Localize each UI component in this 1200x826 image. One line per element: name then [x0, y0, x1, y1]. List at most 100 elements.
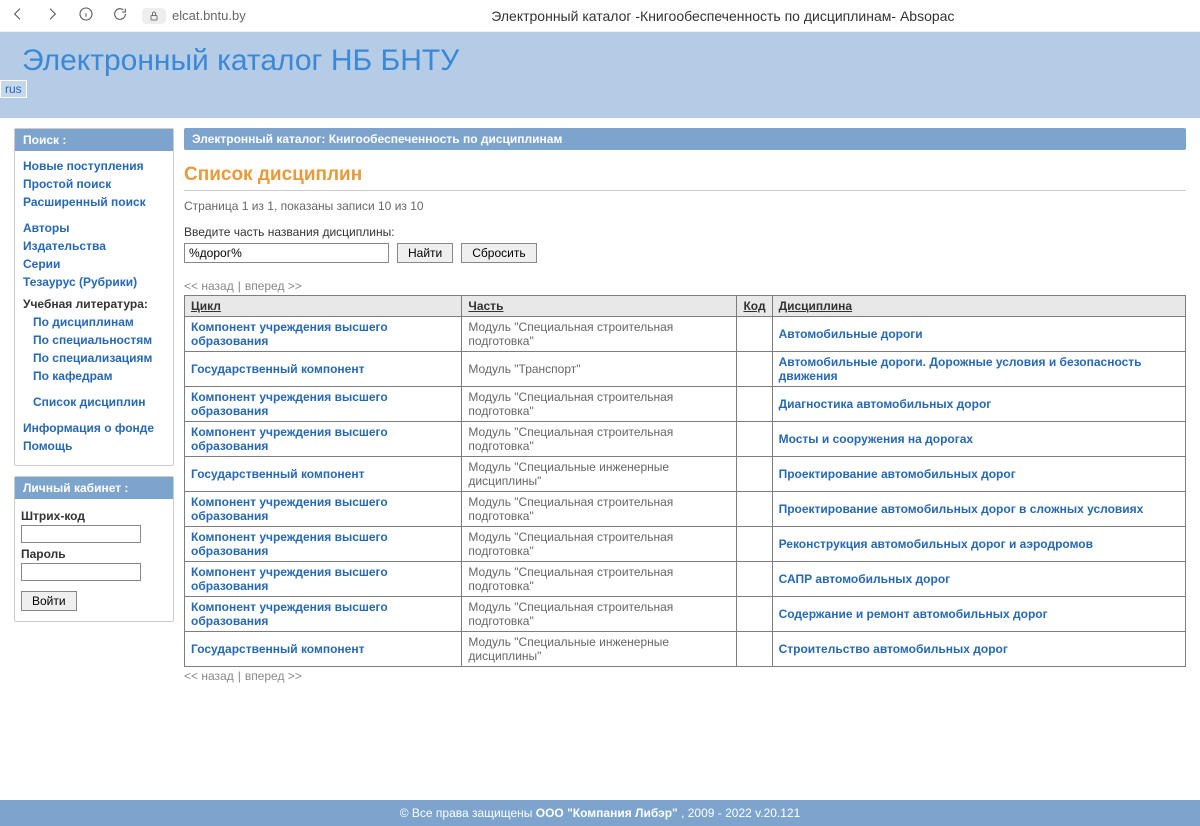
nav-by-spec[interactable]: По специальностям: [31, 331, 167, 349]
browser-toolbar: elcat.bntu.by Электронный каталог -Книго…: [0, 0, 1200, 32]
nav-by-dept[interactable]: По кафедрам: [31, 367, 167, 385]
cabinet-box: Личный кабинет : Штрих-код Пароль Войти: [14, 476, 174, 622]
part-cell: Модуль "Специальная строительная подгото…: [462, 492, 737, 527]
login-button[interactable]: Войти: [21, 591, 77, 611]
site-header: Электронный каталог НБ БНТУ rus: [0, 32, 1200, 118]
table-row: Компонент учреждения высшего образования…: [185, 562, 1186, 597]
part-cell: Модуль "Специальная строительная подгото…: [462, 527, 737, 562]
col-part[interactable]: Часть: [462, 296, 737, 317]
cabinet-head: Личный кабинет :: [15, 477, 173, 499]
nav-by-disc[interactable]: По дисциплинам: [31, 313, 167, 331]
search-nav-head: Поиск :: [15, 129, 173, 151]
disc-link[interactable]: Содержание и ремонт автомобильных дорог: [779, 607, 1048, 621]
table-row: Компонент учреждения высшего образования…: [185, 317, 1186, 352]
pager-back-b[interactable]: << назад: [184, 669, 234, 683]
pager-fwd-b[interactable]: вперед >>: [245, 669, 302, 683]
nav-thesaurus[interactable]: Тезаурус (Рубрики): [21, 273, 167, 291]
reload-icon[interactable]: [112, 6, 128, 25]
code-cell: [737, 457, 772, 492]
address-bar[interactable]: elcat.bntu.by: [142, 8, 246, 24]
cycle-link[interactable]: Компонент учреждения высшего образования: [191, 495, 388, 523]
disc-link[interactable]: Диагностика автомобильных дорог: [779, 397, 992, 411]
nav-new[interactable]: Новые поступления: [21, 157, 167, 175]
part-cell: Модуль "Специальные инженерные дисциплин…: [462, 632, 737, 667]
table-row: Компонент учреждения высшего образования…: [185, 492, 1186, 527]
barcode-label: Штрих-код: [21, 505, 167, 525]
cycle-link[interactable]: Компонент учреждения высшего образования: [191, 425, 388, 453]
part-cell: Модуль "Специальная строительная подгото…: [462, 422, 737, 457]
pager-back[interactable]: << назад: [184, 279, 234, 293]
cycle-link[interactable]: Компонент учреждения высшего образования: [191, 565, 388, 593]
disc-link[interactable]: Реконструкция автомобильных дорог и аэро…: [779, 537, 1093, 551]
nav-disc-list[interactable]: Список дисциплин: [31, 393, 167, 411]
page-tab-title: Электронный каталог -Книгообеспеченность…: [256, 8, 1190, 24]
table-row: Компонент учреждения высшего образования…: [185, 597, 1186, 632]
cycle-link[interactable]: Государственный компонент: [191, 467, 364, 481]
col-disc[interactable]: Дисциплина: [772, 296, 1185, 317]
search-nav-box: Поиск : Новые поступления Простой поиск …: [14, 128, 174, 466]
cycle-link[interactable]: Компонент учреждения высшего образования: [191, 530, 388, 558]
disc-link[interactable]: Строительство автомобильных дорог: [779, 642, 1008, 656]
nav-by-specz[interactable]: По специализациям: [31, 349, 167, 367]
cycle-link[interactable]: Компонент учреждения высшего образования: [191, 390, 388, 418]
cycle-link[interactable]: Государственный компонент: [191, 362, 364, 376]
nav-publishers[interactable]: Издательства: [21, 237, 167, 255]
code-cell: [737, 492, 772, 527]
part-cell: Модуль "Транспорт": [462, 352, 737, 387]
disciplines-table: Цикл Часть Код Дисциплина Компонент учре…: [184, 295, 1186, 667]
col-code[interactable]: Код: [737, 296, 772, 317]
code-cell: [737, 562, 772, 597]
pager-bottom: << назад|вперед >>: [184, 667, 1186, 685]
pager-fwd[interactable]: вперед >>: [245, 279, 302, 293]
nav-advanced[interactable]: Расширенный поиск: [21, 193, 167, 211]
code-cell: [737, 387, 772, 422]
code-cell: [737, 527, 772, 562]
part-cell: Модуль "Специальная строительная подгото…: [462, 597, 737, 632]
table-row: Государственный компонент Модуль "Транспо…: [185, 352, 1186, 387]
disc-link[interactable]: Мосты и сооружения на дорогах: [779, 432, 974, 446]
code-cell: [737, 597, 772, 632]
table-row: Государственный компонентМодуль "Специал…: [185, 457, 1186, 492]
footer: © Все права защищены ООО "Компания Либэр…: [0, 800, 1200, 826]
cycle-link[interactable]: Компонент учреждения высшего образования: [191, 600, 388, 628]
table-row: Компонент учреждения высшего образования…: [185, 527, 1186, 562]
code-cell: [737, 352, 772, 387]
nav-authors[interactable]: Авторы: [21, 219, 167, 237]
nav-series[interactable]: Серии: [21, 255, 167, 273]
col-cycle[interactable]: Цикл: [185, 296, 462, 317]
cycle-link[interactable]: Государственный компонент: [191, 642, 364, 656]
password-label: Пароль: [21, 543, 167, 563]
info-icon[interactable]: [78, 6, 94, 25]
lock-icon: [142, 8, 166, 24]
nav-simple[interactable]: Простой поиск: [21, 175, 167, 193]
site-title: Электронный каталог НБ БНТУ: [22, 44, 1178, 78]
disc-link[interactable]: САПР автомобильных дорог: [779, 572, 951, 586]
pager-info: Страница 1 из 1, показаны записи 10 из 1…: [184, 199, 1186, 225]
code-cell: [737, 422, 772, 457]
reset-button[interactable]: Сбросить: [461, 243, 536, 263]
table-row: Компонент учреждения высшего образования…: [185, 387, 1186, 422]
breadcrumb: Электронный каталог: Книгообеспеченность…: [184, 128, 1186, 150]
disc-link[interactable]: Автомобильные дороги. Дорожные условия и…: [779, 355, 1142, 383]
disc-link[interactable]: Проектирование автомобильных дорог: [779, 467, 1016, 481]
cycle-link[interactable]: Компонент учреждения высшего образования: [191, 320, 388, 348]
filter-input[interactable]: [184, 243, 389, 263]
find-button[interactable]: Найти: [397, 243, 453, 263]
disc-link[interactable]: Автомобильные дороги: [779, 327, 923, 341]
nav-help[interactable]: Помощь: [21, 437, 167, 455]
table-row: Государственный компонент Модуль "Специал…: [185, 632, 1186, 667]
lang-switch[interactable]: rus: [0, 80, 27, 98]
code-cell: [737, 317, 772, 352]
page-title: Список дисциплин: [184, 150, 1186, 190]
part-cell: Модуль "Специальная строительная подгото…: [462, 317, 737, 352]
part-cell: Модуль "Специальная строительная подгото…: [462, 387, 737, 422]
nav-fund-info[interactable]: Информация о фонде: [21, 419, 167, 437]
barcode-input[interactable]: [21, 525, 141, 543]
edu-heading: Учебная литература:: [21, 291, 167, 313]
password-input[interactable]: [21, 563, 141, 581]
forward-icon[interactable]: [44, 6, 60, 25]
back-icon[interactable]: [10, 6, 26, 25]
disc-link[interactable]: Проектирование автомобильных дорог в сло…: [779, 502, 1144, 516]
filter-label: Введите часть названия дисциплины:: [184, 225, 1186, 243]
part-cell: Модуль "Специальная строительная подгото…: [462, 562, 737, 597]
